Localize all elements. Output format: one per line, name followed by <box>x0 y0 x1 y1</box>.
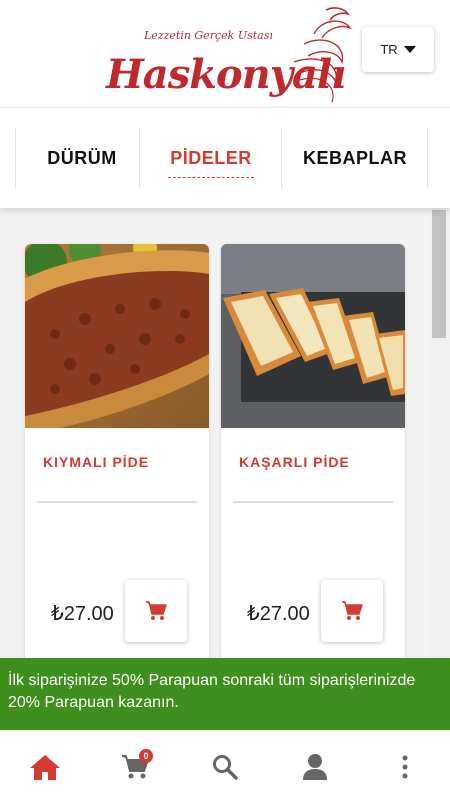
cart-icon <box>342 601 363 620</box>
tab-divider <box>427 128 428 188</box>
product-list: KIYMALI PİDE ₺27.00 KAŞARLI PİDE ₺27.00 <box>0 208 450 730</box>
tab-label: DÜRÜM <box>47 147 117 168</box>
user-icon <box>303 754 327 780</box>
product-price: ₺27.00 <box>51 603 114 625</box>
active-tab-underline <box>168 177 254 178</box>
haskonyali-logo[interactable]: Lezzetin Gerçek Ustası Haskonyalı <box>104 4 354 106</box>
nav-more[interactable] <box>385 747 425 787</box>
add-to-cart-button[interactable] <box>321 580 383 642</box>
promo-text: İlk siparişinize 50% Parapuan sonraki tü… <box>8 672 416 711</box>
tab-label: PİDELER <box>170 147 252 168</box>
logo-tagline: Lezzetin Gerçek Ustası <box>144 29 273 42</box>
product-name[interactable]: KAŞARLI PİDE <box>239 454 350 470</box>
product-photo-kiymali-pide <box>25 244 209 428</box>
add-to-cart-button[interactable] <box>125 580 187 642</box>
language-selector[interactable]: TR <box>362 27 434 72</box>
nav-search[interactable] <box>205 747 245 787</box>
nav-cart[interactable]: 0 <box>115 747 155 787</box>
search-icon <box>213 755 238 780</box>
tab-divider <box>15 128 16 188</box>
caret-down-icon <box>403 46 416 53</box>
app-header: Lezzetin Gerçek Ustası Haskonyalı TR <box>0 0 450 108</box>
bottom-navigation: 0 <box>0 730 450 800</box>
product-name[interactable]: KIYMALI PİDE <box>43 454 149 470</box>
tab-pideler[interactable]: PİDELER <box>168 128 254 188</box>
logo-brand-name: Haskonyalı <box>106 51 346 98</box>
home-icon <box>30 755 60 780</box>
card-divider <box>233 501 393 503</box>
more-vertical-icon <box>402 755 408 779</box>
tab-label: KEBAPLAR <box>302 147 407 168</box>
scrollbar-thumb[interactable] <box>432 210 446 338</box>
category-tabs: DÜRÜM PİDELER KEBAPLAR <box>0 108 450 208</box>
card-divider <box>37 501 197 503</box>
tab-divider <box>281 128 282 188</box>
promo-banner: İlk siparişinize 50% Parapuan sonraki tü… <box>0 658 450 730</box>
product-card[interactable]: KAŞARLI PİDE ₺27.00 <box>221 244 405 714</box>
product-card[interactable]: KIYMALI PİDE ₺27.00 <box>25 244 209 714</box>
product-photo-kasarli-pide <box>221 244 405 428</box>
cart-count-badge: 0 <box>139 749 153 763</box>
product-price: ₺27.00 <box>247 603 310 625</box>
tab-durum[interactable]: DÜRÜM <box>34 128 130 188</box>
cart-icon <box>146 601 167 620</box>
language-label: TR <box>380 42 398 57</box>
tab-divider <box>139 128 140 188</box>
nav-home[interactable] <box>25 747 65 787</box>
tab-kebaplar[interactable]: KEBAPLAR <box>296 128 414 188</box>
nav-profile[interactable] <box>295 747 335 787</box>
